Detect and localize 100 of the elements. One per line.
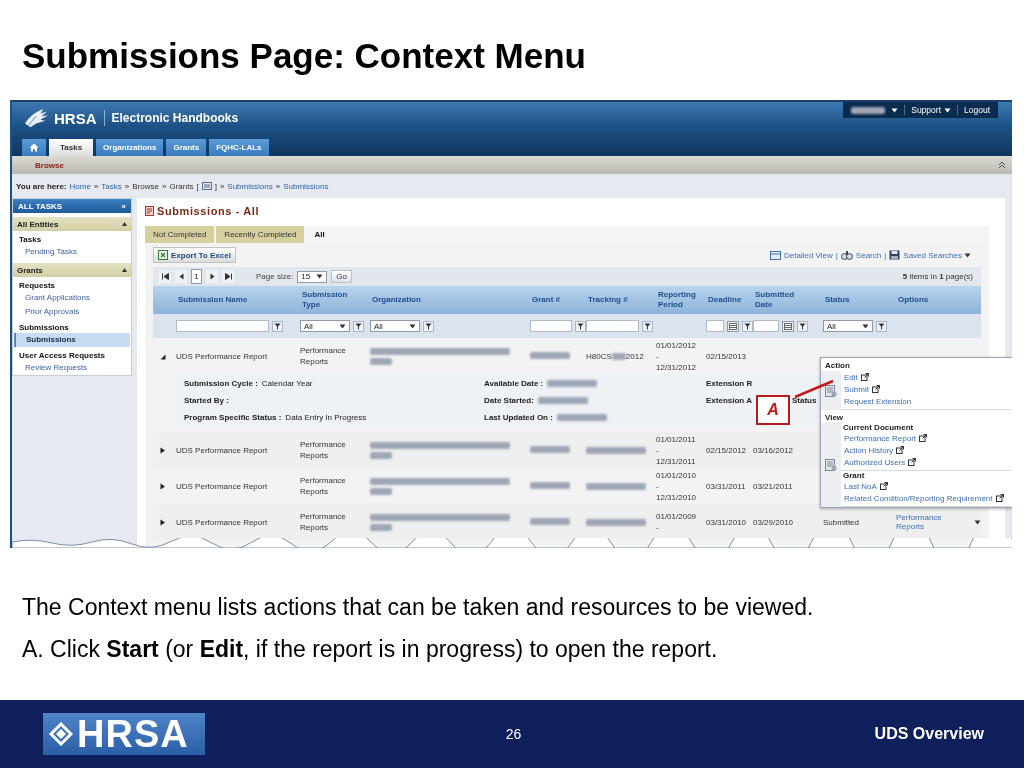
- menu-item[interactable]: Last NoA: [841, 480, 1011, 492]
- blurred-text: [370, 523, 392, 531]
- next-page-button[interactable]: [206, 270, 218, 283]
- table-cell-text: 01/01/2009: [656, 511, 698, 522]
- options-menu[interactable]: Performance Reports: [896, 513, 981, 531]
- table-cell-text: Performance Reports: [300, 439, 347, 461]
- expand-row-icon[interactable]: [159, 518, 166, 526]
- home-tab[interactable]: [22, 139, 46, 156]
- calendar-icon[interactable]: [782, 320, 794, 332]
- breadcrumb-link[interactable]: Tasks: [101, 181, 122, 191]
- expand-row-icon[interactable]: [159, 482, 166, 490]
- collapse-button[interactable]: «: [121, 201, 126, 211]
- table-cell-text: UDS Performance Report: [176, 445, 269, 455]
- menu-item[interactable]: Submit: [841, 383, 1011, 395]
- caret-icon: [964, 252, 971, 258]
- document-icon: [825, 384, 837, 397]
- export-button[interactable]: Export To Excel: [153, 247, 236, 263]
- breadcrumb-link[interactable]: Submissions: [283, 181, 329, 191]
- sidebar-group-title: Tasks: [18, 234, 43, 245]
- sidebar-item[interactable]: Prior Approvals: [13, 305, 131, 319]
- date-field[interactable]: [753, 320, 779, 332]
- bracket: ]: [214, 181, 217, 191]
- sidebar-group-title: Submissions: [18, 322, 70, 333]
- breadcrumb-separator: »: [275, 181, 281, 191]
- subnav-tab[interactable]: Browse: [35, 160, 64, 170]
- blurred-text: [370, 487, 392, 495]
- list-icon[interactable]: [201, 182, 212, 190]
- page-size-select[interactable]: 15: [297, 270, 328, 283]
- table-cell-text: 03/31/2010: [706, 517, 748, 527]
- filter-icon[interactable]: [353, 320, 364, 332]
- table-cell-text: 03/16/2012: [753, 445, 795, 455]
- blurred-text: [370, 451, 392, 459]
- filter-icon[interactable]: [272, 320, 283, 332]
- filter-icon[interactable]: [423, 320, 434, 332]
- table-cell-text: 02/15/2012: [706, 445, 748, 455]
- pager-summary: 5 items in 1 page(s): [902, 272, 973, 281]
- filter-field[interactable]: [530, 320, 572, 332]
- filter-icon[interactable]: [641, 320, 653, 332]
- sidebar-group-title: User Access Requests: [18, 350, 106, 361]
- last-page-button[interactable]: [222, 270, 234, 283]
- nav-tab[interactable]: FQHC-LALs: [209, 139, 269, 156]
- table-cell-text: 03/21/2011: [753, 481, 794, 491]
- toolbar-link[interactable]: Saved Searches: [903, 250, 971, 260]
- nav-tab[interactable]: Grants: [166, 139, 207, 156]
- breadcrumb-link[interactable]: Submissions: [227, 181, 273, 191]
- menu-item[interactable]: Authorized Users: [841, 456, 1011, 468]
- binoculars-icon: [840, 250, 853, 260]
- previous-page-button[interactable]: [175, 270, 187, 283]
- filter-icon[interactable]: [575, 320, 586, 332]
- nav-tab[interactable]: Tasks: [49, 139, 94, 156]
- filter-select[interactable]: All: [823, 320, 873, 332]
- caret-icon: [891, 107, 899, 113]
- detail-value: Calendar Year: [261, 379, 313, 388]
- filter-select[interactable]: All: [370, 320, 420, 332]
- next-page-icon: [208, 273, 216, 280]
- filter-icon[interactable]: [876, 320, 887, 332]
- document-icon: [145, 206, 154, 216]
- first-page-button[interactable]: [159, 270, 171, 283]
- filter-icon[interactable]: [797, 320, 808, 332]
- menu-item[interactable]: Action History: [841, 444, 1011, 456]
- breadcrumb-separator: »: [219, 181, 225, 191]
- page-number: 26: [505, 726, 522, 742]
- breadcrumb-link[interactable]: Home: [69, 181, 91, 191]
- menu-link[interactable]: Support: [911, 105, 951, 115]
- blurred-text: [537, 397, 588, 404]
- menu-link[interactable]: Logout: [964, 105, 990, 115]
- leader-line: [794, 379, 834, 399]
- sidebar-item[interactable]: Grant Applications: [13, 291, 131, 305]
- column-header: Submission Name: [177, 295, 249, 305]
- page-number-field[interactable]: 1: [191, 269, 202, 284]
- menu-item[interactable]: Related Condition/Reporting Requirement: [841, 492, 1011, 504]
- status-tab[interactable]: Recently Completed: [216, 226, 305, 243]
- detail-label: Started By :: [184, 396, 229, 405]
- filter-select[interactable]: All: [300, 320, 350, 332]
- sidebar-group-title: Requests: [18, 280, 56, 291]
- column-header: Tracking #: [587, 295, 629, 305]
- collapse-icon: [122, 268, 127, 272]
- status-tab[interactable]: Not Completed: [145, 226, 215, 243]
- sidebar-section-header[interactable]: Grants: [13, 263, 131, 277]
- collapse-row-icon[interactable]: [159, 352, 166, 360]
- menu-item[interactable]: Request Extension: [841, 395, 1011, 407]
- blurred-text: [530, 517, 570, 525]
- nav-tab[interactable]: Organizations: [96, 139, 164, 156]
- sidebar-item[interactable]: Pending Tasks: [13, 245, 131, 259]
- calendar-icon[interactable]: [727, 320, 739, 332]
- filter-field[interactable]: [176, 320, 269, 332]
- sidebar-item[interactable]: Submissions: [14, 333, 130, 347]
- menu-section-title: View: [824, 412, 845, 423]
- expand-row-icon[interactable]: [159, 446, 166, 454]
- collapse-icon[interactable]: [998, 161, 1006, 169]
- menu-item[interactable]: Performance Report: [841, 432, 1011, 444]
- filter-icon[interactable]: [742, 320, 753, 332]
- toolbar-link[interactable]: Search: [855, 250, 882, 260]
- toolbar-link[interactable]: Detailed View: [784, 250, 833, 260]
- sidebar-section-header[interactable]: All Entities: [13, 217, 131, 231]
- go-button[interactable]: Go: [331, 270, 353, 283]
- date-field[interactable]: [706, 320, 724, 332]
- menu-item[interactable]: Edit: [841, 371, 1011, 383]
- filter-field[interactable]: [586, 320, 639, 332]
- sidebar-item[interactable]: Review Requests: [13, 361, 131, 375]
